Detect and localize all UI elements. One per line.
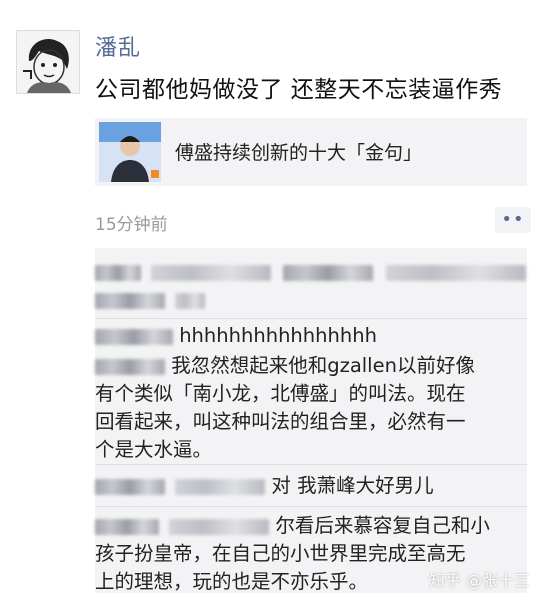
more-actions-button[interactable]: •• — [495, 207, 531, 233]
comment-item[interactable]: hhhhhhhhhhhhhhhh — [95, 322, 527, 350]
commenter-name-blurred — [95, 328, 173, 345]
comment-text: 对 我萧峰大好男儿 — [271, 474, 434, 497]
blurred-text — [95, 292, 165, 309]
author-name[interactable]: 潘乱 — [95, 30, 141, 62]
comment-item[interactable]: 我忽然想起来他和gzallen以前好像 有个类似「南小龙，北傅盛」的叫法。现在 … — [95, 352, 527, 464]
commenter-name-blurred — [95, 518, 159, 535]
commenter-name-blurred — [95, 478, 165, 495]
blurred-text — [169, 518, 270, 535]
blurred-text — [151, 264, 272, 281]
avatar-sketch-icon — [17, 31, 79, 93]
post-text: 公司都他妈做没了 还整天不忘装逼作秀 — [95, 77, 503, 103]
comment-item[interactable]: 对 我萧峰大好男儿 — [95, 472, 527, 500]
comments-section: hhhhhhhhhhhhhhhh 我忽然想起来他和gzallen以前好像 有个类… — [95, 248, 527, 593]
comment-divider — [95, 506, 527, 507]
link-title: 傅盛持续创新的十大「金句」 — [175, 142, 423, 164]
watermark-text: 知乎 @张十三 — [428, 571, 530, 590]
commenter-name-blurred — [95, 358, 165, 375]
comment-item[interactable] — [95, 258, 527, 314]
post-timestamp: 15分钟前 — [95, 215, 168, 235]
shared-link-card[interactable]: 傅盛持续创新的十大「金句」 — [95, 118, 527, 186]
person-photo-icon — [99, 122, 161, 182]
comment-text: hhhhhhhhhhhhhhhh — [179, 324, 377, 347]
link-thumbnail — [99, 122, 161, 182]
blurred-text — [385, 264, 526, 281]
commenter-name-blurred — [95, 264, 141, 281]
blurred-text — [283, 264, 374, 281]
comment-divider — [95, 318, 527, 319]
comment-divider — [95, 464, 527, 465]
blurred-text — [175, 478, 266, 495]
author-avatar[interactable] — [16, 30, 80, 94]
blurred-text — [175, 292, 206, 309]
